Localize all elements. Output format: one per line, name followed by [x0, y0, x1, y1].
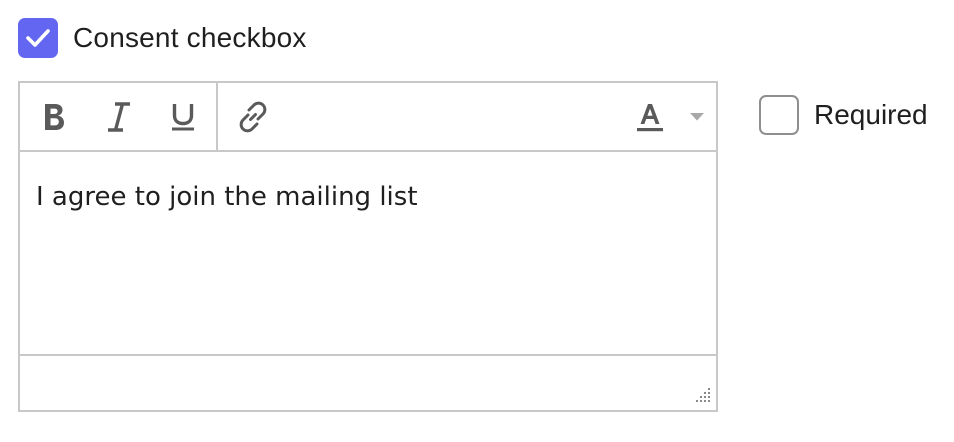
rich-text-editor: I agree to join the mailing list: [18, 81, 718, 412]
text-color-icon: [637, 103, 663, 131]
underline-icon: [172, 103, 194, 130]
form-field-editor: Consent checkbox I agree to join the mai…: [0, 0, 954, 442]
checkmark-icon: [26, 29, 50, 47]
link-icon: [239, 101, 267, 132]
required-checkbox-row: Required: [759, 95, 928, 135]
link-button[interactable]: [228, 83, 278, 150]
consent-checkbox-row: Consent checkbox: [18, 18, 307, 58]
resize-handle[interactable]: [692, 386, 712, 406]
text-color-button[interactable]: [624, 83, 676, 150]
toolbar-divider: [216, 83, 218, 150]
italic-button[interactable]: [94, 83, 144, 150]
italic-icon: [108, 101, 130, 132]
editor-toolbar: [20, 83, 716, 152]
text-color-dropdown[interactable]: [682, 83, 712, 150]
bold-button[interactable]: [29, 83, 79, 150]
consent-checkbox[interactable]: [18, 18, 58, 58]
required-checkbox-label: Required: [814, 99, 928, 130]
consent-checkbox-label: Consent checkbox: [73, 22, 307, 53]
resize-grip-icon: [696, 388, 710, 402]
editor-statusbar: [20, 354, 716, 410]
editor-content[interactable]: I agree to join the mailing list: [20, 152, 716, 354]
bold-icon: [45, 103, 64, 130]
chevron-down-icon: [690, 112, 704, 120]
underline-button[interactable]: [158, 83, 208, 150]
required-checkbox[interactable]: [759, 95, 799, 135]
